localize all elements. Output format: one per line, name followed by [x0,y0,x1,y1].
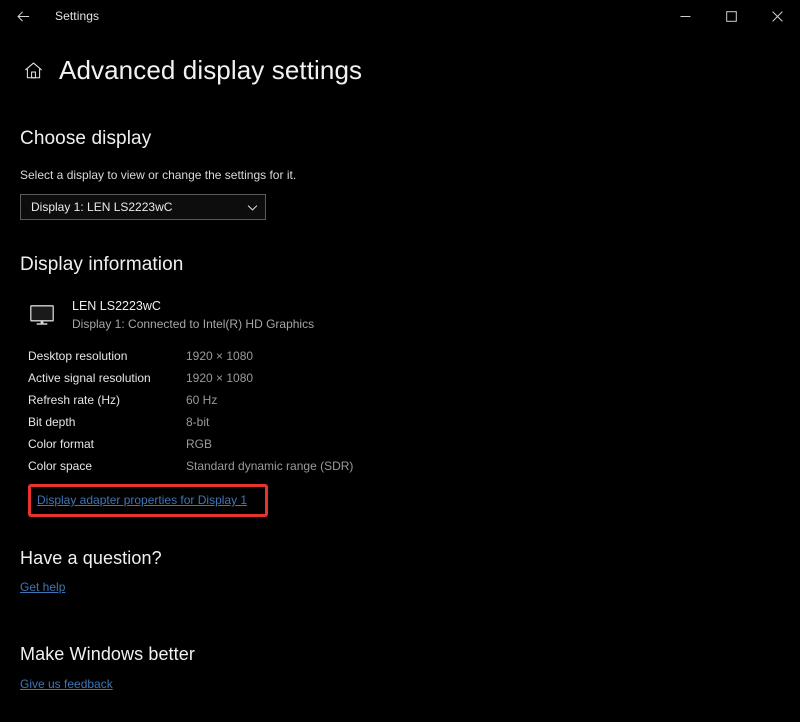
app-title: Settings [55,9,100,23]
spec-label: Bit depth [28,415,76,429]
spec-value: Standard dynamic range (SDR) [186,459,354,473]
spec-label: Refresh rate (Hz) [28,393,121,407]
spec-value: 1920 × 1080 [186,349,254,363]
page-header: Advanced display settings [0,50,800,90]
adapter-link-highlight-box: Display adapter properties for Display 1 [28,484,268,517]
choose-display-description: Select a display to view or change the s… [20,168,297,182]
back-button[interactable] [0,0,46,32]
spec-label: Desktop resolution [28,349,128,363]
monitor-connection: Display 1: Connected to Intel(R) HD Grap… [72,317,315,331]
title-bar: Settings [0,0,800,32]
display-adapter-properties-link[interactable]: Display adapter properties for Display 1 [37,493,247,507]
table-row: Color space Standard dynamic range (SDR) [28,455,800,477]
table-row: Active signal resolution 1920 × 1080 [28,367,800,389]
monitor-icon [26,300,58,330]
spec-value: 1920 × 1080 [186,371,254,385]
make-windows-better-heading: Make Windows better [20,644,195,664]
display-spec-table: Desktop resolution 1920 × 1080 Active si… [28,345,800,477]
minimize-icon [680,11,691,22]
spec-label: Color format [28,437,95,451]
maximize-button[interactable] [708,0,754,32]
monitor-name: LEN LS2223wC [72,299,161,313]
display-select-dropdown[interactable]: Display 1: LEN LS2223wC [20,194,266,220]
give-us-feedback-link[interactable]: Give us feedback [20,677,113,691]
spec-label: Active signal resolution [28,371,151,385]
table-row: Refresh rate (Hz) 60 Hz [28,389,800,411]
display-select-value: Display 1: LEN LS2223wC [31,200,173,214]
spec-value: 60 Hz [186,393,218,407]
table-row: Bit depth 8-bit [28,411,800,433]
monitor-summary: LEN LS2223wC Display 1: Connected to Int… [20,298,800,332]
have-a-question-heading: Have a question? [20,548,162,568]
choose-display-heading: Choose display [20,128,152,149]
table-row: Desktop resolution 1920 × 1080 [28,345,800,367]
window-controls [662,0,800,32]
close-button[interactable] [754,0,800,32]
minimize-button[interactable] [662,0,708,32]
display-information-heading: Display information [20,254,184,275]
close-icon [771,10,783,22]
get-help-link[interactable]: Get help [20,580,65,594]
spec-label: Color space [28,459,93,473]
home-icon[interactable] [20,57,46,83]
settings-content: Choose display Select a display to view … [0,128,800,693]
spec-value: 8-bit [186,415,210,429]
table-row: Color format RGB [28,433,800,455]
maximize-icon [725,10,737,22]
back-arrow-icon [16,9,31,24]
chevron-down-icon [246,201,259,214]
spec-value: RGB [186,437,213,451]
page-title: Advanced display settings [59,54,363,85]
